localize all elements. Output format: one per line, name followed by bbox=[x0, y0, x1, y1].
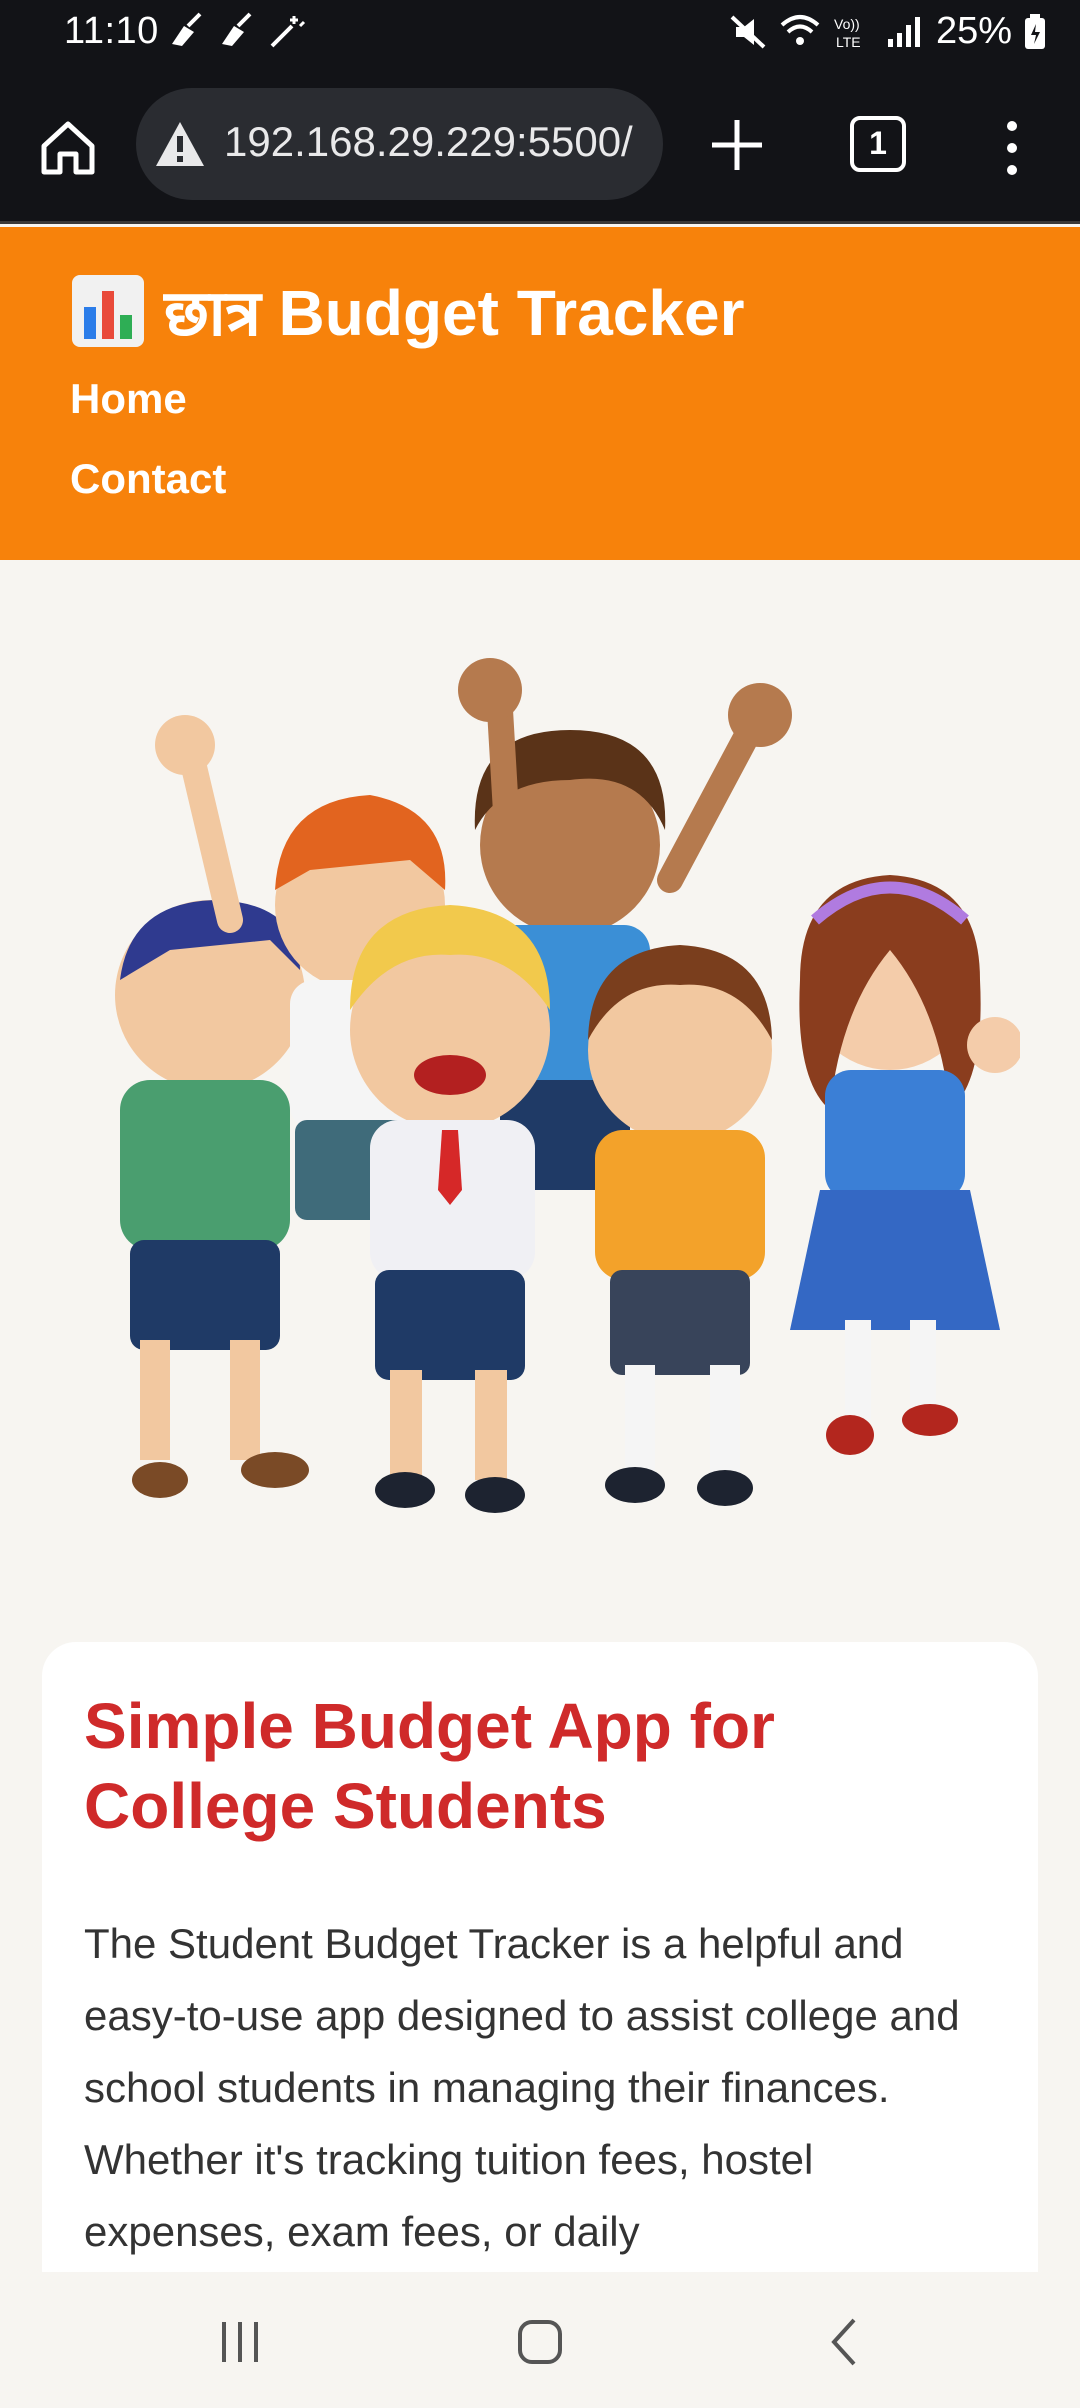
home-button-icon[interactable] bbox=[510, 2312, 570, 2372]
intro-card: Simple Budget App for College Students T… bbox=[42, 1642, 1038, 2282]
svg-text:LTE: LTE bbox=[836, 34, 861, 50]
browser-toolbar: 192.168.29.229:5500/ 1 bbox=[0, 64, 1080, 224]
bar-chart-icon bbox=[72, 274, 144, 347]
kid-illustration bbox=[115, 900, 309, 1498]
card-body: The Student Budget Tracker is a helpful … bbox=[84, 1920, 960, 2255]
notification-icons bbox=[166, 12, 306, 50]
students-illustration bbox=[115, 658, 1020, 1513]
battery-icon bbox=[1025, 13, 1045, 49]
battery-percent: 25% bbox=[935, 10, 1012, 52]
card-heading: Simple Budget App for College Students bbox=[84, 1690, 775, 1842]
recents-icon[interactable] bbox=[210, 2312, 270, 2372]
kid-illustration bbox=[790, 875, 1020, 1455]
site-title: छात्र Budget Tracker bbox=[164, 277, 745, 349]
address-bar[interactable]: 192.168.29.229:5500/ bbox=[136, 88, 663, 200]
kid-illustration bbox=[588, 945, 772, 1506]
site-header: छात्र Budget Tracker Home Contact bbox=[0, 227, 1080, 560]
tabs-button[interactable]: 1 bbox=[850, 116, 906, 172]
broom-icon bbox=[222, 12, 252, 46]
main-nav: Home Contact bbox=[70, 375, 226, 535]
plus-icon[interactable] bbox=[708, 116, 766, 174]
mute-icon bbox=[730, 15, 766, 48]
home-icon[interactable] bbox=[36, 116, 100, 180]
back-icon[interactable] bbox=[816, 2312, 876, 2372]
svg-text:Vo)): Vo)) bbox=[834, 16, 860, 32]
system-nav-bar bbox=[0, 2272, 1080, 2408]
wifi-icon bbox=[780, 14, 820, 45]
volte-icon: Vo)) LTE bbox=[834, 16, 861, 50]
more-icon[interactable] bbox=[1000, 116, 1024, 180]
url-text: 192.168.29.229:5500/ bbox=[224, 118, 633, 165]
signal-icon bbox=[887, 16, 920, 47]
status-time: 11:10 bbox=[64, 10, 159, 52]
nav-home-link[interactable]: Home bbox=[70, 375, 226, 455]
status-right: Vo)) LTE 25% bbox=[728, 10, 1046, 53]
status-bar: 11:10 Vo)) LTE 25% bbox=[0, 0, 1080, 64]
site-logo[interactable]: छात्र Budget Tracker bbox=[70, 267, 745, 354]
nav-contact-link[interactable]: Contact bbox=[70, 455, 226, 535]
kid-illustration bbox=[350, 905, 550, 1513]
magic-wand-icon bbox=[270, 16, 306, 48]
broom-icon bbox=[172, 12, 202, 46]
warning-icon[interactable] bbox=[154, 120, 206, 168]
